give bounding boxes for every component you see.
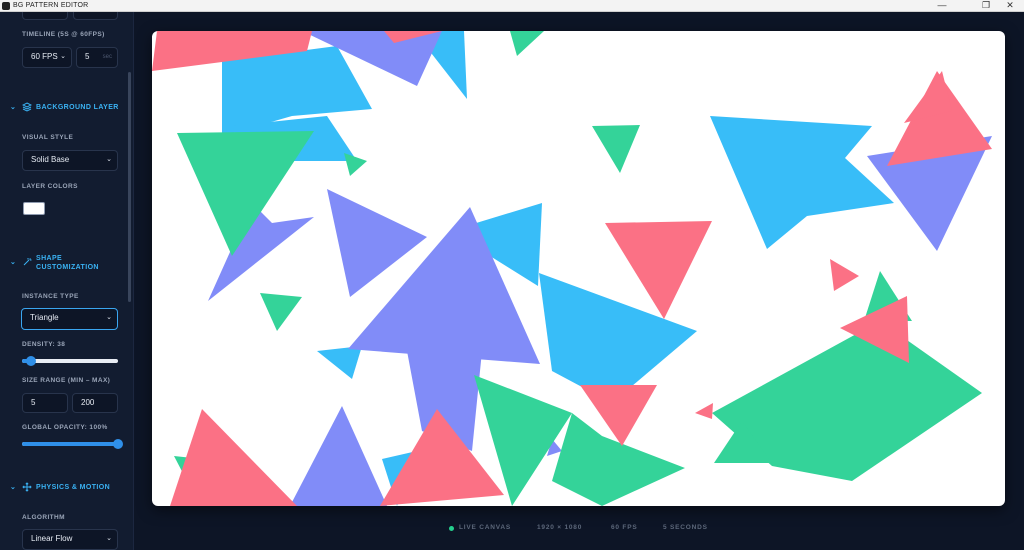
opacity-label: GLOBAL OPACITY: 100%	[22, 424, 108, 431]
instance-type-value: Triangle	[30, 313, 59, 322]
section-title: BACKGROUND LAYER	[36, 104, 119, 111]
visual-style-label: VISUAL STYLE	[22, 134, 74, 141]
chevron-down-icon: ⌄	[10, 484, 17, 491]
size-max-input[interactable]: 200	[72, 393, 118, 413]
chevron-down-icon: ⌄	[10, 259, 17, 266]
density-label: DENSITY: 38	[22, 341, 66, 348]
density-thumb[interactable]	[26, 356, 37, 366]
density-slider[interactable]	[22, 356, 118, 366]
fps-select-value: 60 FPS	[31, 52, 58, 61]
instance-type-label: INSTANCE TYPE	[22, 293, 79, 300]
section-title: PHYSICS & MOTION	[36, 484, 111, 491]
window-titlebar: BG PATTERN EDITOR — ❐ ✕	[0, 0, 1024, 12]
triangle-shape	[510, 31, 544, 56]
duration-value: 5	[85, 52, 90, 61]
partial-input-left[interactable]	[22, 12, 68, 20]
live-indicator	[449, 526, 454, 531]
triangle-shape	[695, 403, 713, 419]
partial-input-right[interactable]	[73, 12, 118, 20]
triangle-pattern	[152, 31, 992, 506]
minimize-button[interactable]: —	[928, 0, 956, 12]
chevron-down-icon: ⌄	[106, 314, 112, 321]
section-title-line2: CUSTOMIZATION	[36, 264, 99, 271]
fps-select[interactable]: 60 FPS ⌄	[22, 47, 72, 68]
sidebar: TIMELINE (5S @ 60FPS) 60 FPS ⌄ 5 sec ⌄ B…	[0, 12, 134, 550]
layer-color-swatch[interactable]	[23, 202, 45, 215]
duration-unit: sec	[102, 54, 112, 60]
pattern-canvas[interactable]	[152, 31, 1005, 506]
opacity-fill	[22, 442, 118, 446]
triangle-shape	[830, 259, 859, 291]
window-title: BG PATTERN EDITOR	[13, 2, 89, 9]
sidebar-scrollbar[interactable]	[128, 72, 131, 302]
wand-icon	[23, 258, 32, 266]
chevron-down-icon: ⌄	[106, 535, 112, 542]
algorithm-label: ALGORITHM	[22, 514, 65, 521]
footer-resolution: 1920 × 1080	[537, 524, 583, 531]
opacity-thumb[interactable]	[113, 439, 123, 449]
chevron-down-icon: ⌄	[60, 53, 66, 60]
duration-input[interactable]: 5 sec	[76, 47, 118, 68]
triangle-shape	[344, 153, 367, 176]
timeline-label: TIMELINE (5S @ 60FPS)	[22, 31, 105, 38]
main-area: LIVE CANVAS 1920 × 1080 60 FPS 5 SECONDS	[134, 12, 1024, 550]
size-range-label: SIZE RANGE (MIN – MAX)	[22, 377, 111, 384]
instance-type-select[interactable]: Triangle ⌄	[21, 308, 118, 330]
layer-colors-label: LAYER COLORS	[22, 183, 78, 190]
layers-icon	[22, 102, 32, 112]
footer-duration: 5 SECONDS	[663, 524, 708, 531]
move-icon	[22, 482, 32, 492]
algorithm-select[interactable]: Linear Flow ⌄	[22, 529, 118, 550]
section-title-line1: SHAPE	[36, 255, 63, 262]
app-icon	[2, 2, 10, 10]
visual-style-value: Solid Base	[31, 155, 70, 164]
close-button[interactable]: ✕	[996, 0, 1024, 12]
size-min-input[interactable]: 5	[22, 393, 68, 413]
chevron-down-icon: ⌄	[10, 104, 17, 111]
triangle-shape	[317, 346, 362, 379]
chevron-down-icon: ⌄	[106, 156, 112, 163]
triangle-shape	[260, 293, 302, 331]
footer-live-canvas: LIVE CANVAS	[459, 524, 512, 531]
algorithm-value: Linear Flow	[31, 534, 73, 543]
opacity-slider[interactable]	[22, 439, 123, 449]
triangle-shape	[170, 409, 297, 506]
triangle-shape	[710, 116, 894, 249]
triangle-shape	[592, 125, 640, 173]
visual-style-select[interactable]: Solid Base ⌄	[22, 150, 118, 171]
footer-fps: 60 FPS	[611, 524, 638, 531]
triangle-shape	[290, 406, 387, 506]
